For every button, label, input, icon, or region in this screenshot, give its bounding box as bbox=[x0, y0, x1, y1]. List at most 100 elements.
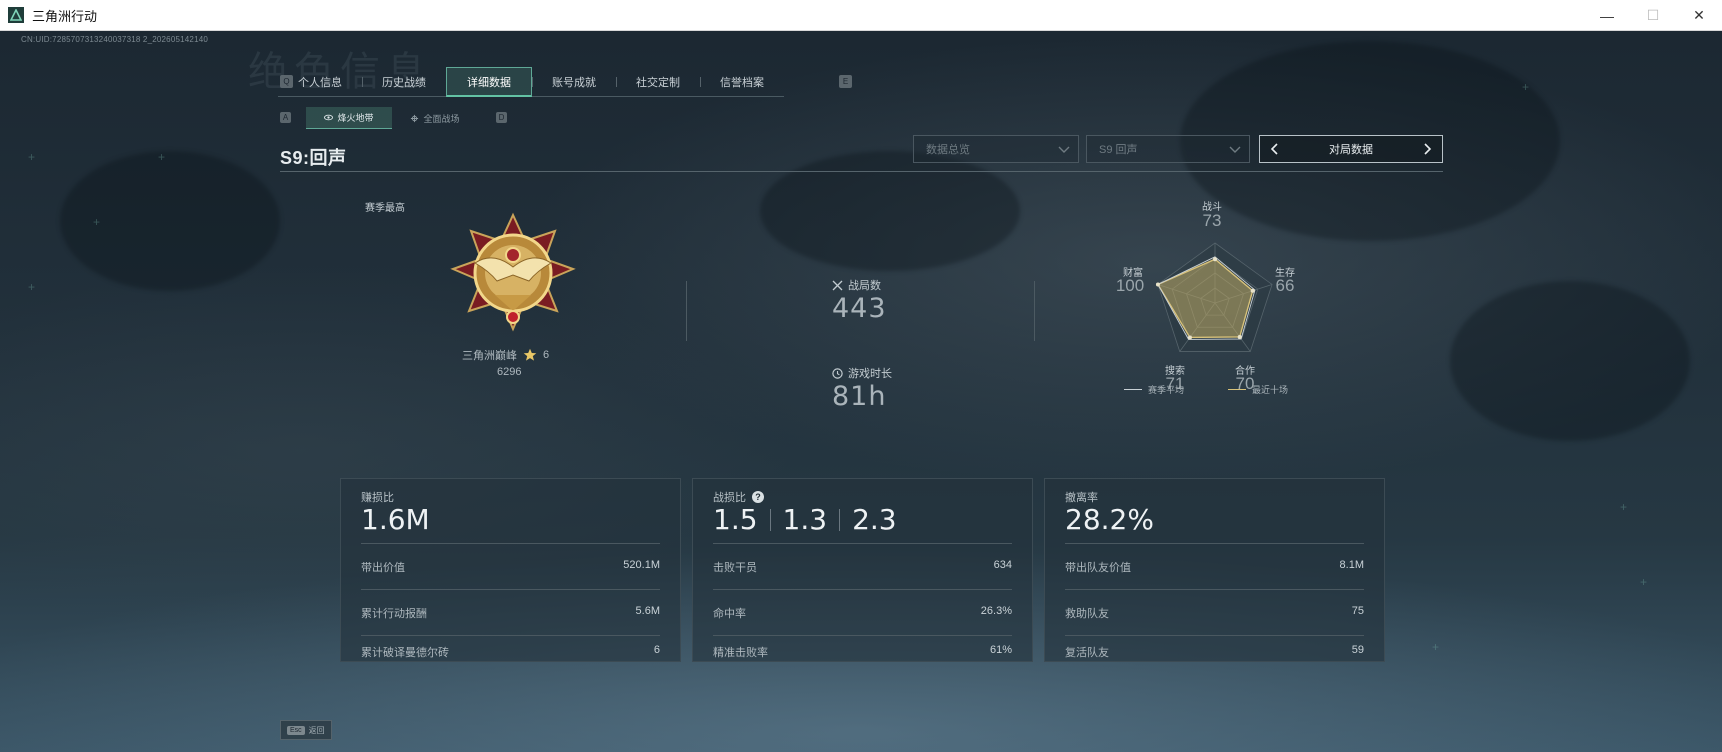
player-uid: CN:UID:7285707313240037318 2_20260514214… bbox=[21, 35, 209, 44]
row-label: 救助队友 bbox=[1065, 608, 1109, 620]
panel-divider bbox=[1065, 589, 1364, 590]
row-label: 精准击败率 bbox=[713, 647, 768, 659]
row-label: 带出队友价值 bbox=[1065, 562, 1131, 574]
prev-subtab-key-hint[interactable]: A bbox=[280, 112, 291, 123]
maximize-button[interactable]: ☐ bbox=[1630, 0, 1676, 31]
playtime-label: 游戏时长 bbox=[832, 365, 892, 381]
panel-divider bbox=[361, 589, 660, 590]
tab-social-customization[interactable]: 社交定制 bbox=[616, 67, 700, 97]
panel-row: 累计行动报酬 5.6M bbox=[361, 605, 660, 621]
radar-legend-recent: 最近十场 bbox=[1228, 383, 1288, 396]
grid-marker: + bbox=[28, 150, 36, 164]
subtab-warfare[interactable]: 全面战场 bbox=[392, 107, 478, 129]
subtab-operations-zone[interactable]: 烽火地带 bbox=[306, 107, 392, 129]
crossed-swords-icon bbox=[832, 280, 843, 290]
panel-divider bbox=[1065, 543, 1364, 544]
grid-marker: + bbox=[1522, 80, 1530, 94]
panel-row: 命中率 26.3% bbox=[713, 605, 1012, 621]
eye-icon bbox=[324, 114, 334, 121]
row-label: 带出价值 bbox=[361, 562, 405, 574]
crosshair-icon bbox=[411, 114, 419, 122]
row-value: 26.3% bbox=[980, 605, 1012, 617]
panel-main-value: 28.2% bbox=[1065, 503, 1154, 536]
season-title: S9:回声 bbox=[280, 148, 347, 168]
legend-swatch bbox=[1124, 389, 1142, 390]
row-label: 累计行动报酬 bbox=[361, 608, 427, 620]
grid-marker: + bbox=[28, 280, 36, 294]
help-icon[interactable]: ? bbox=[752, 491, 764, 503]
row-label: 命中率 bbox=[713, 608, 746, 620]
row-value: 5.6M bbox=[635, 605, 660, 617]
window-titlebar: 三角洲行动 — ☐ ✕ bbox=[0, 0, 1722, 31]
row-label: 击败干员 bbox=[713, 562, 757, 574]
row-value: 61% bbox=[989, 644, 1012, 656]
grid-marker: + bbox=[93, 215, 101, 229]
chevron-left-icon[interactable] bbox=[1268, 142, 1282, 156]
panel-row: 救助队友 75 bbox=[1065, 605, 1364, 621]
mode-sub-tabs: 烽火地带 全面战场 bbox=[306, 107, 478, 129]
chevron-right-icon[interactable] bbox=[1420, 142, 1434, 156]
grid-marker: + bbox=[1640, 575, 1648, 589]
row-value: 75 bbox=[1351, 605, 1364, 617]
dropdown-value: 数据总览 bbox=[926, 144, 970, 156]
panel-row: 带出价值 520.1M bbox=[361, 559, 660, 575]
profit-loss-panel: 赚损比 1.6M 带出价值 520.1M 累计行动报酬 5.6M 累计破译曼德尔砖 6 bbox=[340, 478, 681, 662]
kd-value: 1.3 bbox=[782, 503, 828, 536]
bg-shape bbox=[760, 151, 1020, 271]
next-tab-key-hint[interactable]: E bbox=[839, 75, 852, 88]
minimize-button[interactable]: — bbox=[1584, 0, 1630, 31]
rank-title: 三角洲巅峰 6 bbox=[462, 347, 549, 363]
chevron-down-icon bbox=[1058, 143, 1070, 155]
app-logo-icon bbox=[8, 7, 24, 23]
tab-achievements[interactable]: 账号成就 bbox=[532, 67, 616, 97]
dropdown-value: S9 回声 bbox=[1099, 144, 1138, 156]
tab-detailed-data[interactable]: 详细数据 bbox=[446, 67, 532, 97]
row-value: 634 bbox=[993, 559, 1012, 571]
chevron-down-icon bbox=[1229, 143, 1241, 155]
kd-value: 2.3 bbox=[852, 503, 897, 536]
extraction-rate-panel: 撤离率 28.2% 带出队友价值 8.1M 救助队友 75 复活队友 59 bbox=[1044, 478, 1385, 662]
subtab-label: 烽火地带 bbox=[337, 113, 374, 123]
grid-marker: + bbox=[158, 150, 166, 164]
panel-main-value: 1.6M bbox=[361, 503, 430, 536]
grid-marker: + bbox=[1432, 640, 1440, 654]
panel-divider bbox=[713, 589, 1012, 590]
matches-value: 443 bbox=[832, 293, 887, 324]
row-value: 520.1M bbox=[623, 559, 660, 571]
legend-label: 最近十场 bbox=[1252, 385, 1289, 395]
data-scope-dropdown[interactable]: 数据总览 bbox=[913, 135, 1079, 163]
playtime-label-text: 游戏时长 bbox=[848, 368, 892, 380]
radar-chart: 战斗 73 生存 66 合作 70 搜索 71 财富 100 bbox=[1100, 191, 1330, 401]
radar-point bbox=[1187, 335, 1192, 340]
radar-axis-value: 66 bbox=[1275, 276, 1295, 295]
grid-marker: + bbox=[1620, 500, 1628, 514]
close-button[interactable]: ✕ bbox=[1676, 0, 1722, 31]
legend-label: 赛季平均 bbox=[1148, 385, 1185, 395]
match-data-selector[interactable]: 对局数据 bbox=[1259, 135, 1443, 163]
tab-personal-info[interactable]: 个人信息 bbox=[278, 67, 362, 97]
rank-stars: 6 bbox=[543, 349, 550, 361]
kd-ratio-panel: 战损比 ? 1.5 1.3 2.3 击败干员 634 命中率 26.3% 精准击败率… bbox=[692, 478, 1033, 662]
window-title: 三角洲行动 bbox=[32, 8, 98, 24]
tab-reputation-record[interactable]: 信誉档案 bbox=[700, 67, 784, 97]
back-button[interactable]: Esc 返回 bbox=[280, 720, 332, 740]
value-separator bbox=[839, 508, 841, 531]
rank-medal-icon bbox=[450, 212, 576, 332]
radar-axis-value: 73 bbox=[1202, 211, 1222, 230]
radar-legend-average: 赛季平均 bbox=[1124, 383, 1184, 396]
row-value: 6 bbox=[653, 644, 660, 656]
value-separator bbox=[769, 508, 771, 531]
panel-divider bbox=[361, 635, 660, 636]
subtab-label: 全面战场 bbox=[423, 113, 460, 124]
rank-name: 三角洲巅峰 bbox=[462, 350, 517, 362]
divider bbox=[686, 281, 687, 341]
panel-divider bbox=[713, 635, 1012, 636]
panel-row: 复活队友 59 bbox=[1065, 644, 1364, 660]
next-subtab-key-hint[interactable]: D bbox=[496, 112, 507, 123]
season-select-dropdown[interactable]: S9 回声 bbox=[1086, 135, 1250, 163]
tab-match-history[interactable]: 历史战绩 bbox=[362, 67, 446, 97]
row-value: 59 bbox=[1351, 644, 1364, 656]
kd-value: 1.5 bbox=[713, 503, 758, 536]
panel-row: 带出队友价值 8.1M bbox=[1065, 559, 1364, 575]
playtime-value: 81h bbox=[832, 381, 887, 412]
